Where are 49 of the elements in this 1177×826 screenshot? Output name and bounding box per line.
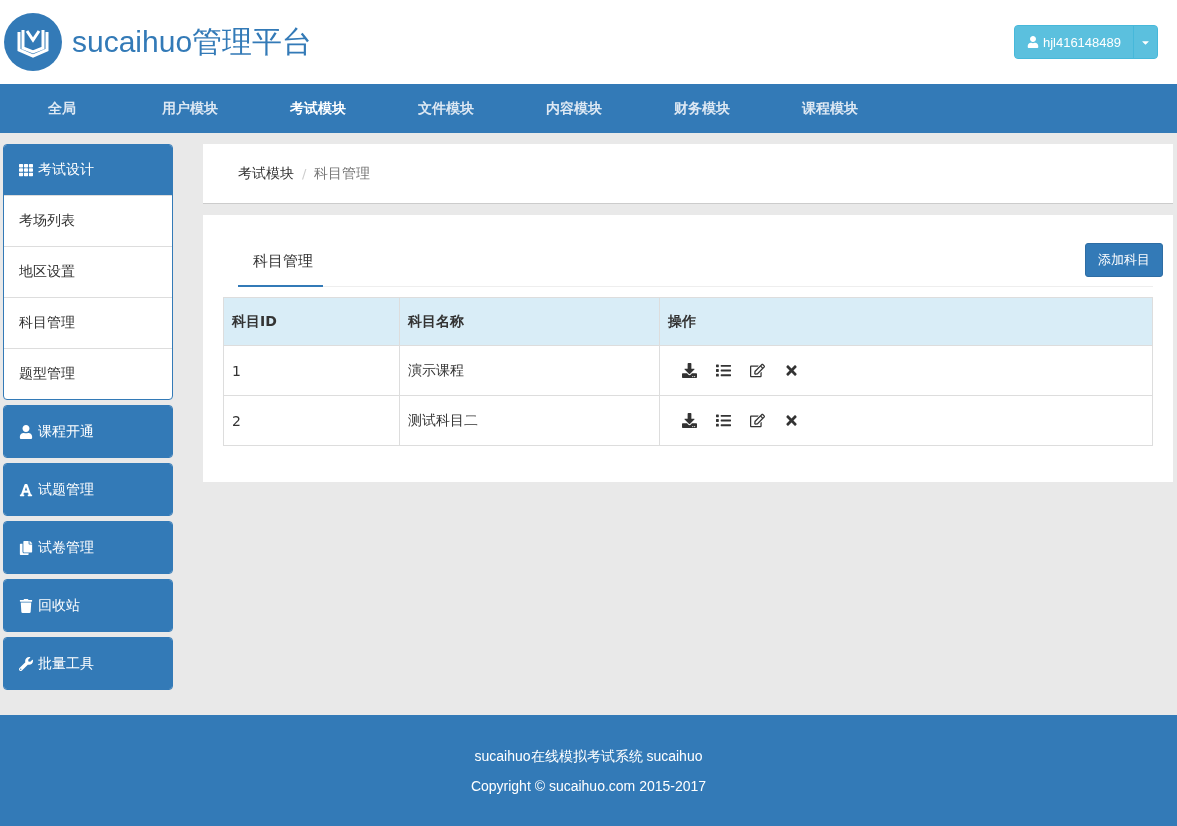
list-icon[interactable]	[716, 413, 731, 428]
breadcrumb-separator: /	[302, 166, 307, 181]
add-subject-button[interactable]: 添加科目	[1085, 243, 1163, 277]
nav-tab[interactable]: 内容模块	[510, 84, 638, 133]
column-header: 操作	[659, 297, 1153, 346]
sidebar-item[interactable]: 题型管理	[4, 348, 172, 399]
table-cell: 1	[223, 345, 400, 396]
user-icon	[1026, 36, 1039, 48]
sidebar-group-header[interactable]: 批量工具	[4, 638, 172, 689]
table-cell: 演示课程	[399, 345, 660, 396]
nav-tab[interactable]: 课程模块	[766, 84, 894, 133]
dropdown-toggle[interactable]	[1133, 26, 1157, 58]
breadcrumb-item[interactable]: 考试模块	[238, 164, 294, 183]
nav-tab[interactable]: 财务模块	[638, 84, 766, 133]
sidebar-item[interactable]: 考场列表	[4, 195, 172, 246]
user-icon	[19, 424, 33, 439]
footer-text: sucaihuo在线模拟考试系统 sucaihuo	[474, 747, 703, 766]
sidebar-group-header[interactable]: 课程开通	[4, 406, 172, 457]
font-icon	[19, 482, 33, 497]
nav-tab[interactable]: 文件模块	[382, 84, 510, 133]
nav-tab[interactable]: 全局	[0, 84, 126, 133]
edit-icon[interactable]	[750, 413, 765, 428]
edit-icon[interactable]	[750, 363, 765, 378]
download-icon[interactable]	[682, 413, 697, 428]
breadcrumb-item: 科目管理	[314, 164, 371, 183]
trash-icon	[19, 598, 33, 613]
wrench-icon	[19, 656, 33, 671]
sidebar-group-header[interactable]: 试题管理	[4, 464, 172, 515]
grid-icon	[19, 163, 33, 177]
table-cell: 2	[223, 395, 400, 446]
nav-tab[interactable]: 考试模块	[254, 84, 382, 133]
files-icon	[19, 540, 33, 555]
sidebar-group-header[interactable]: 试卷管理	[4, 522, 172, 573]
column-header: 科目名称	[399, 297, 660, 346]
list-icon[interactable]	[716, 363, 731, 378]
close-icon[interactable]	[784, 363, 799, 378]
brand-title: sucaihuo管理平台	[72, 23, 313, 60]
book-logo-icon	[4, 13, 62, 71]
sidebar-item[interactable]: 地区设置	[4, 246, 172, 297]
tab[interactable]: 科目管理	[238, 252, 323, 287]
close-icon[interactable]	[784, 413, 799, 428]
column-header: 科目ID	[223, 297, 400, 346]
table-cell: 测试科目二	[399, 395, 660, 446]
nav-tab[interactable]: 用户模块	[126, 84, 254, 133]
sidebar-group-header[interactable]: 回收站	[4, 580, 172, 631]
footer-text: Copyright © sucaihuo.com 2015-2017	[470, 777, 707, 794]
sidebar-group-header[interactable]: 考试设计	[4, 145, 172, 195]
download-icon[interactable]	[682, 363, 697, 378]
sidebar-item[interactable]: 科目管理	[4, 297, 172, 348]
